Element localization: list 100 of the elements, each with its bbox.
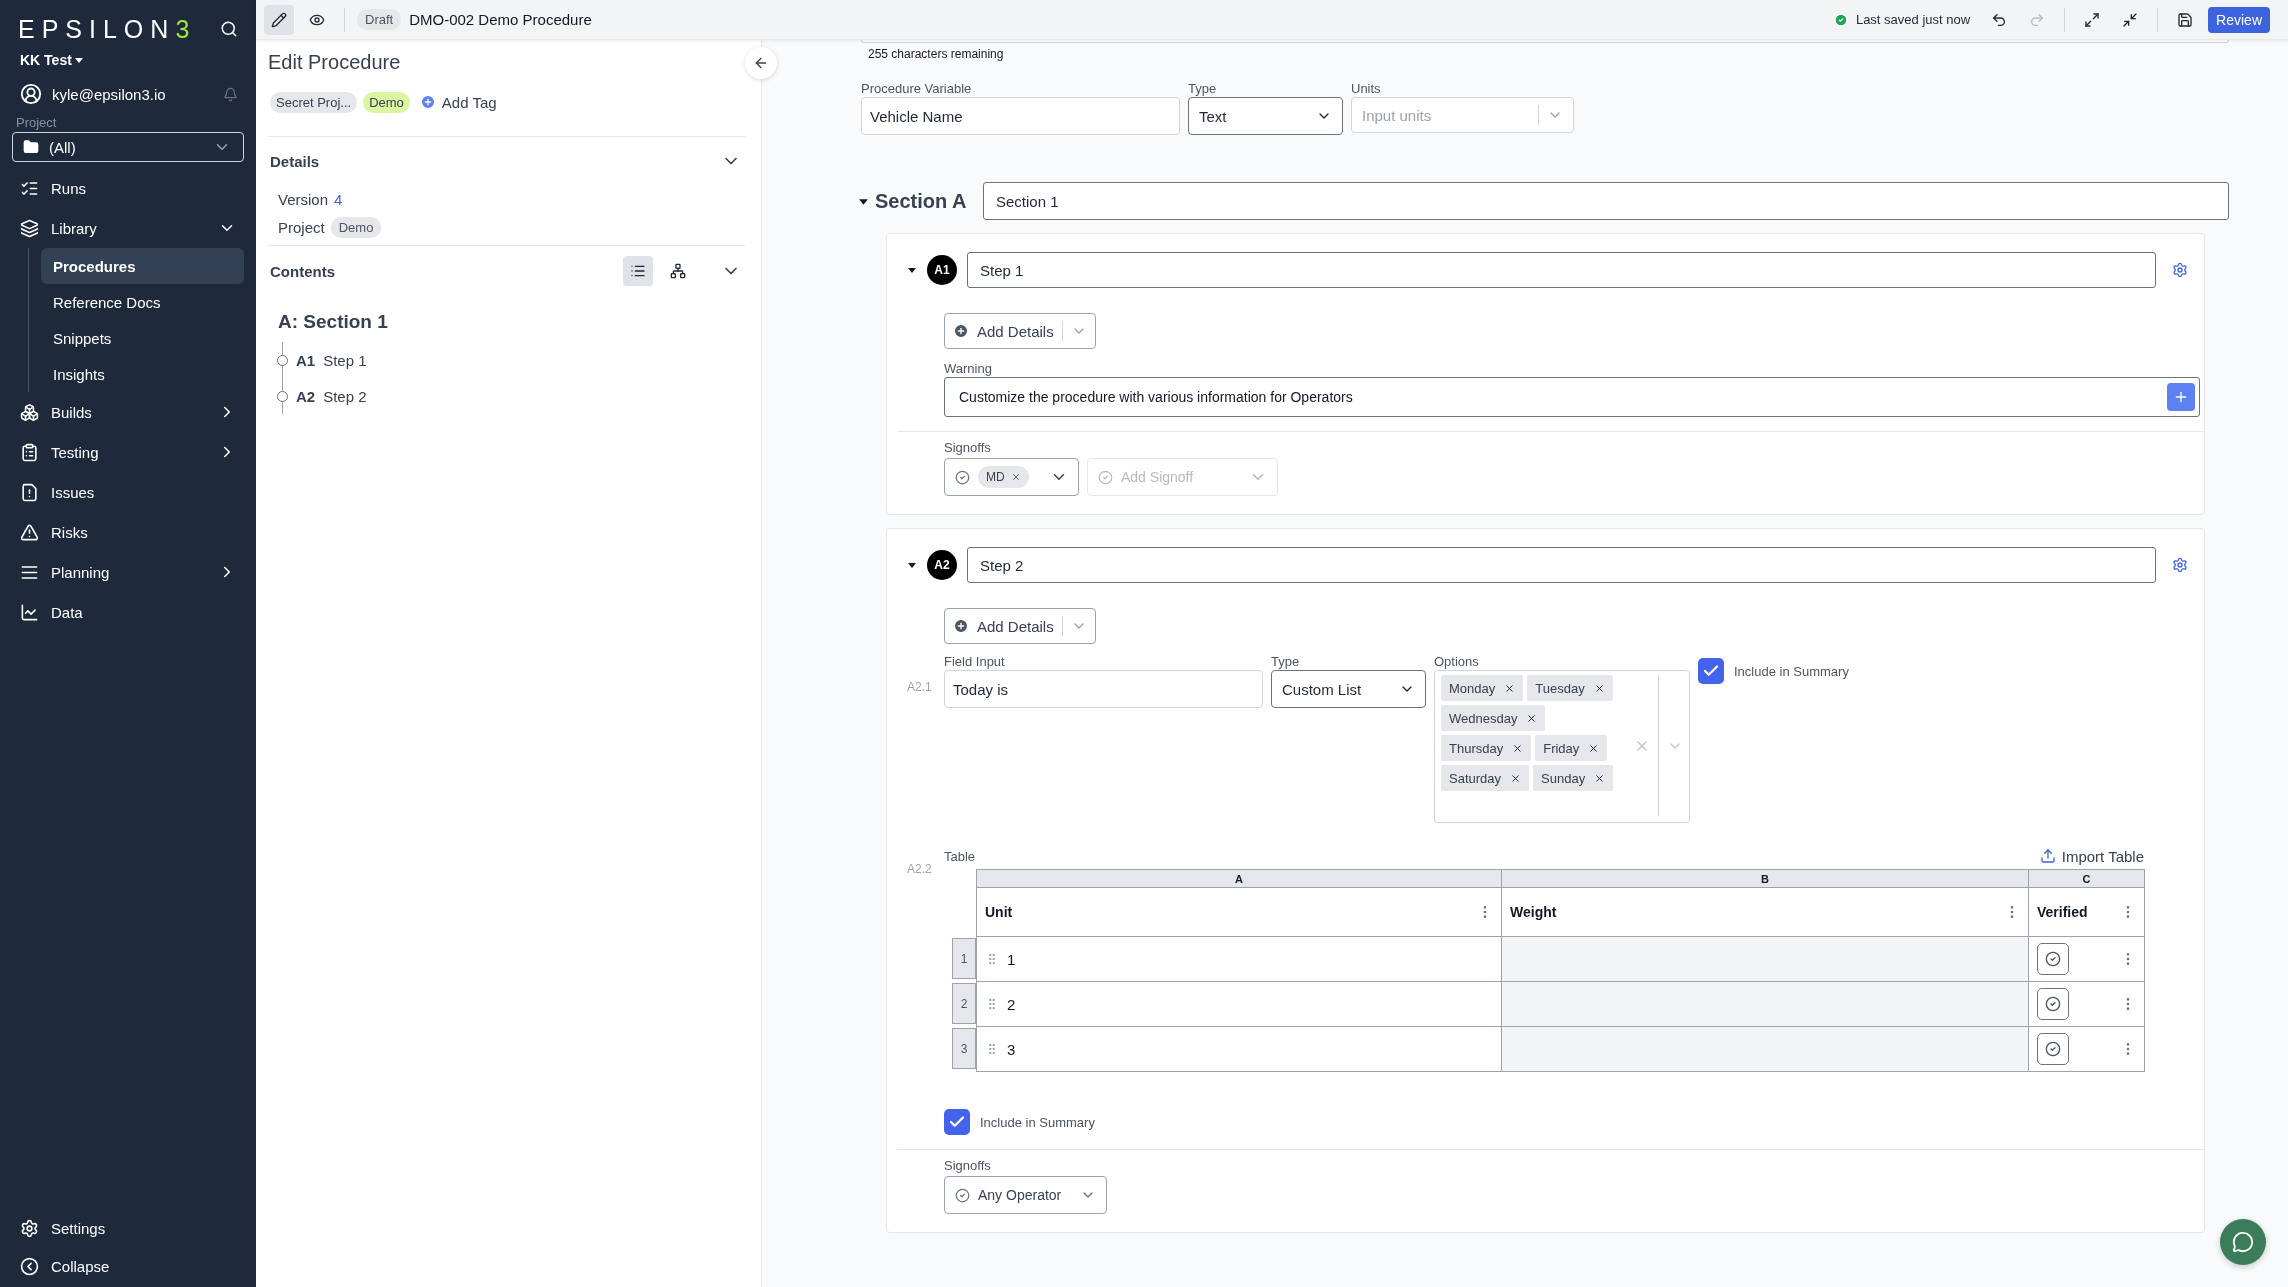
chat-icon [2232,1231,2254,1253]
tag[interactable]: Demo [363,91,410,113]
project-select[interactable]: (All) [12,132,244,162]
nav-subitem[interactable]: Reference Docs [41,284,244,320]
nav-item[interactable]: Testing [12,432,244,472]
field-label: Procedure Variable [861,79,973,97]
settings-icon [20,1218,39,1238]
caret-icon[interactable] [907,560,917,570]
column-header: Unit [977,888,1502,937]
remove-icon[interactable] [1504,682,1516,694]
field-input[interactable]: Today is [944,670,1263,708]
hierarchy-icon [670,263,686,279]
search-icon[interactable] [220,20,238,38]
step-title-field[interactable]: Step 2 [967,547,2156,583]
signoff-button[interactable] [2037,943,2069,975]
check-circle-icon [955,1187,970,1203]
nav-item[interactable]: Collapse [12,1247,244,1285]
warning-field[interactable]: Customize the procedure with various information for Operators [944,377,2200,417]
import-table-button[interactable]: Import Table [2039,847,2144,865]
nav-item[interactable]: Risks [12,512,244,552]
nav-item[interactable]: Runs [12,168,244,208]
field-label: Type [1188,79,1218,97]
checkbox[interactable] [1698,658,1724,684]
column-header: Verified [2029,888,2145,937]
workspace-menu[interactable]: KK Test [12,48,92,72]
signoff-button[interactable] [2037,988,2069,1020]
remove-icon[interactable] [1593,682,1605,694]
check-icon [1833,12,1848,27]
add-tag-button[interactable]: Add Tag [415,93,501,111]
checkbox-label: Include in Summary [1734,663,1849,679]
nav-item[interactable]: Planning [12,552,244,592]
option-chip[interactable]: Monday [1441,675,1524,701]
pencil-button[interactable] [264,4,294,35]
signoff-select[interactable]: Any Operator [944,1176,1107,1214]
checkbox-label: Include in Summary [980,1114,1095,1130]
nav-subitem[interactable]: Insights [41,356,244,392]
clipboard-icon [20,442,39,462]
list-view-button[interactable] [623,256,653,286]
type-select[interactable]: Custom List [1271,670,1426,708]
outline-section: A: Section 1 [278,308,745,336]
nav-item[interactable]: Data [12,592,244,632]
column-letter: C [2029,870,2145,888]
option-chip[interactable]: Tuesday [1527,675,1613,701]
field-label: Units [1351,79,1382,97]
add-details-button[interactable]: Add Details [944,608,1096,644]
column-letter: B [1502,870,2029,888]
outline-step[interactable]: A1 Step 1 [277,342,745,378]
remove-icon[interactable] [1010,472,1021,482]
nav-item[interactable]: Issues [12,472,244,512]
check-circle-icon [1098,469,1113,485]
step-title-field[interactable]: Step 1 [967,252,2156,288]
logo: EPSILON 3 [18,14,197,44]
signoff-select[interactable]: MD [944,458,1079,496]
table-cell: 3 [977,1027,1502,1072]
remove-icon[interactable] [1526,712,1538,724]
option-chip[interactable]: Sunday [1533,765,1614,791]
add-details-button[interactable]: Add Details [944,313,1096,349]
status-badge: Draft [357,9,402,30]
version-text: Version 4 [277,189,344,210]
nav-item[interactable]: Builds [12,392,244,432]
upload-icon [2039,848,2056,864]
remove-icon[interactable] [1588,742,1600,754]
column-letter: A [977,870,1502,888]
nav-item[interactable]: Library [12,208,244,248]
collapse-panel-button[interactable] [745,47,777,79]
options-select[interactable]: Monday Tuesday Wednesday Thursday Friday Saturday Sunday [1434,670,1690,823]
step-badge: A2 [927,550,957,580]
field-label: Type [1271,652,1301,670]
option-chip[interactable]: Thursday [1441,735,1532,761]
nav-subitem[interactable]: Snippets [41,320,244,356]
option-chip[interactable]: Saturday [1441,765,1530,791]
pencil-icon [271,11,287,28]
checkbox[interactable] [944,1109,970,1135]
settings-icon[interactable] [2172,262,2188,278]
remove-icon[interactable] [1594,772,1606,784]
section-title-field[interactable]: Section 1 [983,182,2229,220]
remove-icon[interactable] [1512,742,1524,754]
variable-field[interactable]: Vehicle Name [861,97,1180,135]
option-chip[interactable]: Friday [1535,735,1608,761]
user-email[interactable]: kyle@epsilon3.io [52,85,213,103]
character-counter: 255 characters remaining [868,46,1005,63]
nav-subitem[interactable]: Procedures [41,248,244,284]
caret-icon[interactable] [907,265,917,275]
type-select[interactable]: Text [1188,97,1343,135]
tag[interactable]: Secret Proj... [270,91,358,113]
layers-icon [20,218,39,238]
bell-icon[interactable] [223,86,238,102]
signoff-button[interactable] [2037,1033,2069,1065]
outline-step[interactable]: A2 Step 2 [277,378,745,414]
table-cell: 2 [977,982,1502,1027]
description-field[interactable] [861,40,2229,43]
option-chip[interactable]: Wednesday [1441,705,1546,731]
add-button[interactable] [2167,383,2195,411]
section-label: Section A [875,189,968,213]
nav-item[interactable]: Settings [12,1209,244,1247]
review-button[interactable]: Review [2208,6,2270,33]
settings-icon[interactable] [2172,557,2188,573]
check-circle-icon [2045,1041,2061,1057]
remove-icon[interactable] [1510,772,1522,784]
row-number: 3 [952,1028,976,1069]
